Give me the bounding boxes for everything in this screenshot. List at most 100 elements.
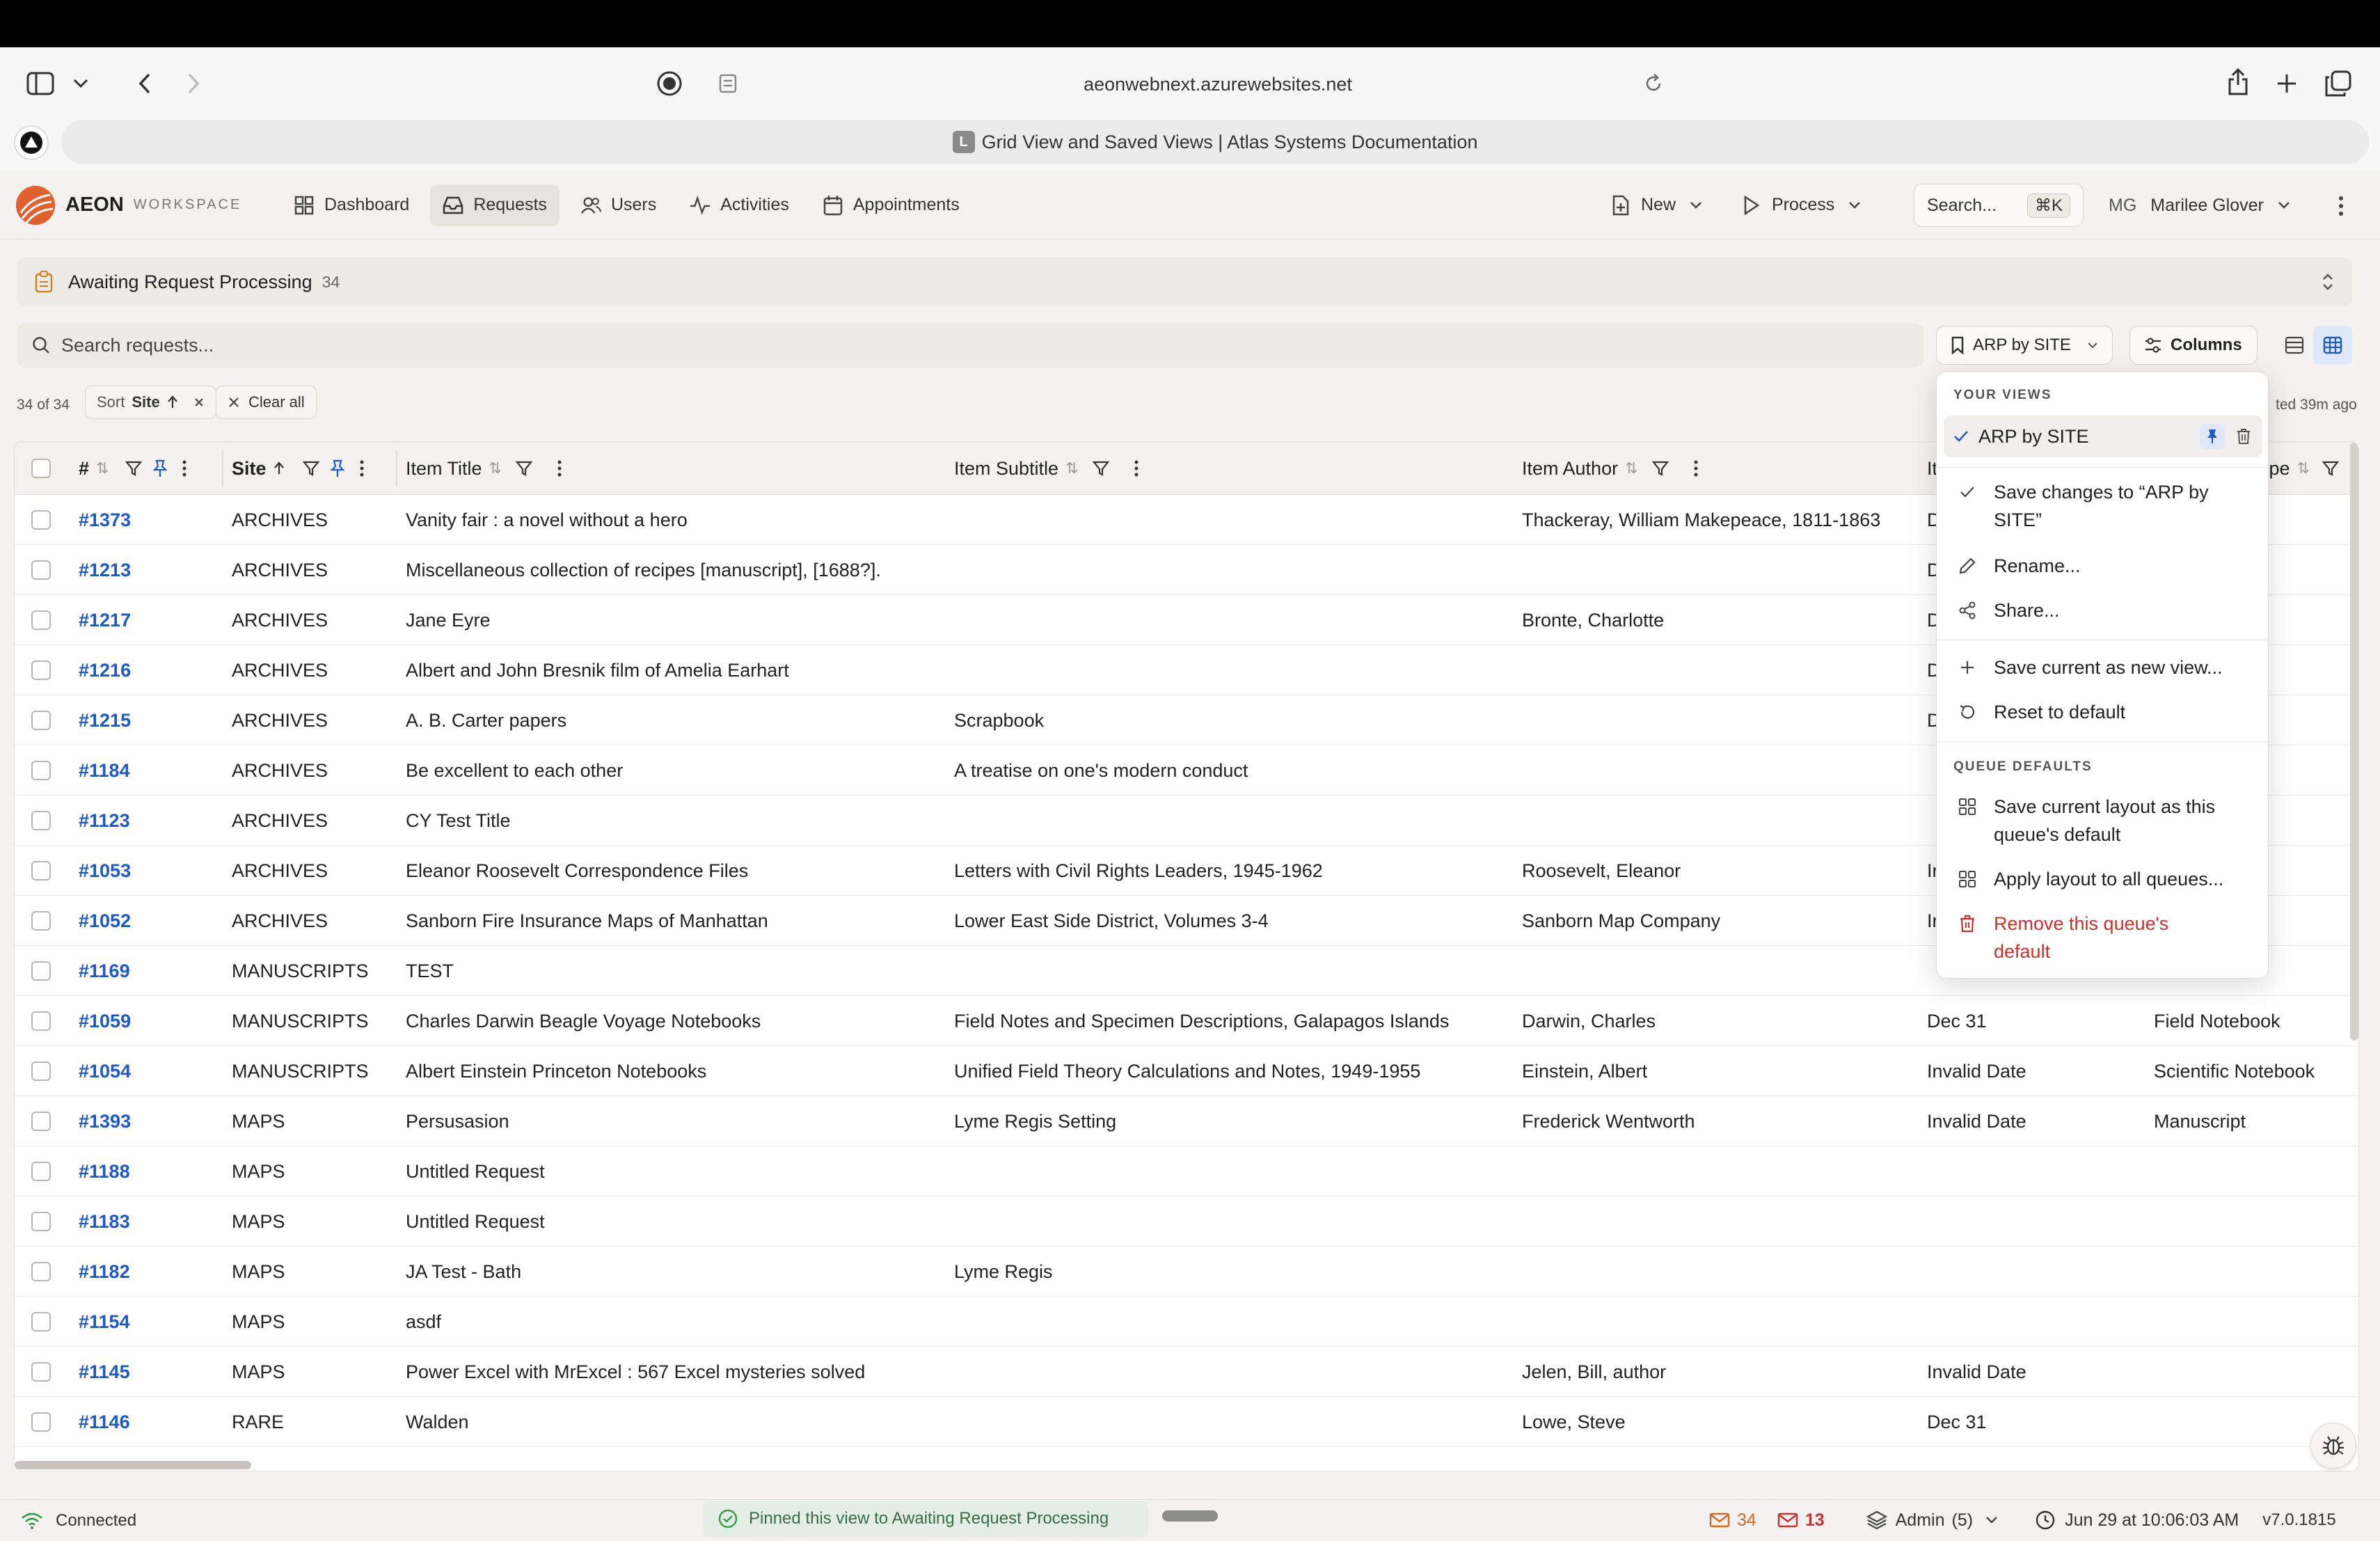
new-tab-icon[interactable]: [2266, 63, 2308, 104]
extension-icon[interactable]: [14, 125, 49, 160]
clear-all-button[interactable]: Clear all: [216, 386, 317, 419]
column-menu-icon[interactable]: [557, 460, 562, 477]
cell-id[interactable]: #1215: [79, 695, 131, 745]
pin-icon[interactable]: [153, 459, 168, 477]
rename-item[interactable]: Rename...: [1946, 552, 2260, 580]
row-checkbox[interactable]: [31, 1247, 51, 1297]
table-row[interactable]: #1188 MAPS Untitled Request: [15, 1146, 2358, 1196]
filter-icon[interactable]: [515, 460, 532, 477]
drag-handle[interactable]: [1162, 1510, 1218, 1522]
more-vertical-icon[interactable]: [2333, 192, 2349, 220]
cell-id[interactable]: #1182: [79, 1247, 130, 1297]
row-checkbox[interactable]: [31, 946, 51, 996]
table-row[interactable]: #1145 MAPS Power Excel with MrExcel : 567 …: [15, 1347, 2358, 1397]
admin-selector[interactable]: Admin (5): [1866, 1510, 1998, 1531]
sidebar-toggle-icon[interactable]: [19, 63, 61, 104]
cell-id[interactable]: #1184: [79, 745, 130, 796]
horizontal-scrollbar[interactable]: [15, 1461, 251, 1469]
row-checkbox[interactable]: [31, 645, 51, 695]
cell-id[interactable]: #1188: [79, 1146, 130, 1196]
brand-logo[interactable]: AEON WORKSPACE: [15, 185, 273, 226]
view-item-arp-by-site[interactable]: ARP by SITE: [1944, 416, 2262, 457]
cell-id[interactable]: #1053: [79, 846, 131, 896]
nav-users[interactable]: Users: [568, 184, 669, 226]
row-checkbox[interactable]: [31, 495, 51, 545]
cell-id[interactable]: #1213: [79, 545, 131, 595]
row-checkbox[interactable]: [31, 595, 51, 645]
row-checkbox[interactable]: [31, 796, 51, 846]
nav-requests[interactable]: Requests: [430, 184, 560, 226]
table-row[interactable]: #1059 MANUSCRIPTS Charles Darwin Beagle Vo…: [15, 996, 2358, 1046]
cell-id[interactable]: #1216: [79, 645, 131, 695]
list-view-icon[interactable]: [2276, 326, 2313, 365]
reset-default-item[interactable]: Reset to default: [1946, 698, 2260, 726]
column-header-id[interactable]: # ⇅: [79, 442, 187, 495]
reader-icon[interactable]: [707, 63, 749, 104]
nav-appointments[interactable]: Appointments: [810, 184, 972, 226]
row-checkbox[interactable]: [31, 1397, 51, 1447]
row-checkbox[interactable]: [31, 996, 51, 1046]
column-header-type[interactable]: ype ⇅: [2260, 442, 2339, 495]
share-item[interactable]: Share...: [1946, 596, 2260, 624]
remove-sort-icon[interactable]: [193, 397, 205, 408]
cell-id[interactable]: #1146: [79, 1397, 130, 1447]
column-menu-icon[interactable]: [1694, 460, 1698, 477]
row-checkbox[interactable]: [31, 1096, 51, 1146]
remove-default-item[interactable]: Remove this queue's default: [1946, 910, 2260, 965]
grid-view-icon[interactable]: [2313, 326, 2352, 365]
row-checkbox[interactable]: [31, 1297, 51, 1347]
forward-icon[interactable]: [173, 63, 214, 104]
table-row[interactable]: #1146 RARE Walden Lowe, Steve Dec 31: [15, 1397, 2358, 1447]
select-all-checkbox[interactable]: [31, 442, 51, 495]
row-checkbox[interactable]: [31, 896, 51, 946]
row-checkbox[interactable]: [31, 1146, 51, 1196]
filter-icon[interactable]: [1651, 460, 1669, 477]
pending-counter[interactable]: 34: [1709, 1510, 1756, 1531]
share-icon[interactable]: [2217, 61, 2259, 103]
cell-id[interactable]: #1169: [79, 946, 130, 996]
cell-id[interactable]: #1059: [79, 996, 131, 1046]
pin-icon[interactable]: [330, 459, 344, 477]
new-button[interactable]: New: [1598, 184, 1719, 226]
cell-id[interactable]: #1052: [79, 896, 131, 946]
save-new-view-item[interactable]: Save current as new view...: [1946, 654, 2260, 681]
cell-id[interactable]: #1123: [79, 796, 130, 846]
cell-id[interactable]: #1393: [79, 1096, 131, 1146]
sort-chip[interactable]: Sort Site: [85, 386, 216, 419]
chevron-down-icon[interactable]: [60, 63, 102, 104]
user-menu[interactable]: MG Marilee Glover: [2109, 184, 2290, 227]
saved-view-button[interactable]: ARP by SITE: [1936, 326, 2113, 365]
privacy-icon[interactable]: [649, 63, 690, 104]
search-input[interactable]: Search requests...: [17, 323, 1923, 368]
filter-icon[interactable]: [2322, 460, 2339, 477]
table-row[interactable]: #1054 MANUSCRIPTS Albert Einstein Princeto…: [15, 1046, 2358, 1096]
pin-icon[interactable]: [2200, 424, 2225, 449]
nav-dashboard[interactable]: Dashboard: [281, 184, 422, 226]
cell-id[interactable]: #1054: [79, 1046, 131, 1096]
columns-button[interactable]: Columns: [2129, 326, 2258, 365]
nav-activities[interactable]: Activities: [677, 184, 802, 226]
table-row[interactable]: #1182 MAPS JA Test - Bath Lyme Regis: [15, 1247, 2358, 1297]
trash-icon[interactable]: [2236, 428, 2251, 445]
cell-id[interactable]: #1217: [79, 595, 131, 645]
cell-id[interactable]: #1154: [79, 1297, 130, 1347]
row-checkbox[interactable]: [31, 695, 51, 745]
cell-id[interactable]: #1373: [79, 495, 131, 545]
cell-id[interactable]: #1183: [79, 1196, 130, 1247]
apply-all-queues-item[interactable]: Apply layout to all queues...: [1946, 865, 2260, 893]
row-checkbox[interactable]: [31, 1347, 51, 1397]
cell-id[interactable]: #1145: [79, 1347, 130, 1397]
address-bar[interactable]: aeonwebnext.azurewebsites.net: [765, 61, 1670, 107]
row-checkbox[interactable]: [31, 745, 51, 796]
table-row[interactable]: #1154 MAPS asdf: [15, 1297, 2358, 1347]
reload-icon[interactable]: [1633, 63, 1674, 104]
global-search-button[interactable]: Search... ⌘K: [1914, 184, 2084, 227]
column-header-item-title[interactable]: Item Title ⇅: [406, 442, 562, 495]
column-menu-icon[interactable]: [360, 460, 364, 477]
save-changes-item[interactable]: Save changes to “ARP by SITE”: [1946, 478, 2260, 534]
table-row[interactable]: #1393 MAPS Persusasion Lyme Regis Setting Fr…: [15, 1096, 2358, 1146]
row-checkbox[interactable]: [31, 1046, 51, 1096]
table-row[interactable]: #1183 MAPS Untitled Request: [15, 1196, 2358, 1247]
column-menu-icon[interactable]: [182, 460, 187, 477]
row-checkbox[interactable]: [31, 846, 51, 896]
